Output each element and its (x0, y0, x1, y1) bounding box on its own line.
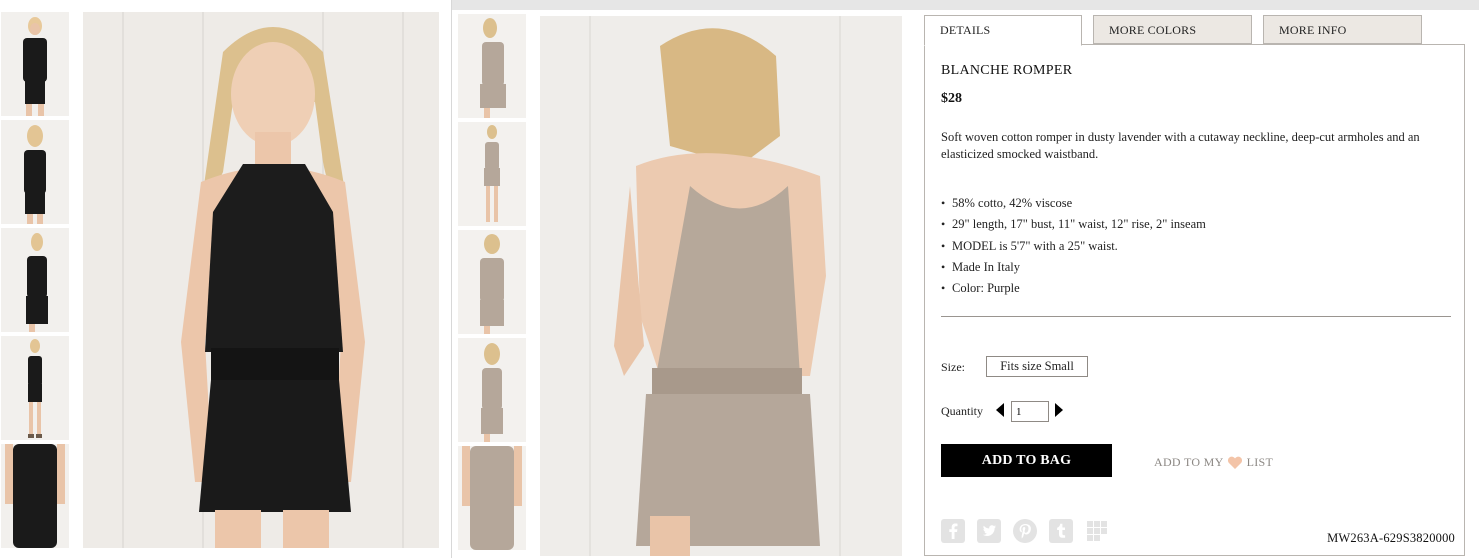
quantity-input[interactable] (1011, 401, 1049, 422)
feature-item: 58% cotto, 42% viscose (941, 195, 1206, 216)
feature-item: MODEL is 5'7" with a 25" waist. (941, 238, 1206, 259)
thumbnail-black-front[interactable] (1, 12, 69, 116)
add-to-list-suffix: LIST (1246, 455, 1274, 469)
thumbnail-black-detail[interactable] (1, 444, 69, 548)
thumbnail-image (458, 338, 526, 442)
thumbnail-image (1, 12, 69, 116)
twitter-icon[interactable] (977, 519, 1001, 543)
product-details-panel: BLANCHE ROMPER $28 Soft woven cotton rom… (924, 44, 1465, 556)
quantity-decrease-icon[interactable] (996, 403, 1004, 417)
size-select[interactable]: Fits size Small (986, 356, 1088, 377)
thumbnail-image (1, 228, 69, 332)
thumbnail-image (458, 14, 526, 118)
thumbnail-image (1, 444, 69, 548)
thumbnail-mauve-detail[interactable] (458, 446, 526, 550)
right-thumbnail-column (458, 14, 528, 554)
thumbnail-mauve-front[interactable] (458, 230, 526, 334)
thumbnail-mauve-side[interactable] (458, 14, 526, 118)
feature-item: 29" length, 17" bust, 11" waist, 12" ris… (941, 216, 1206, 237)
thumbnail-image (1, 120, 69, 224)
thumbnail-black-full[interactable] (1, 336, 69, 440)
main-image-mauve-romper (540, 16, 902, 556)
more-share-icon[interactable] (1085, 519, 1109, 543)
thumbnail-mauve-full[interactable] (458, 122, 526, 226)
product-tabs: DETAILS MORE COLORS MORE INFO (924, 15, 1464, 46)
size-label: Size: (941, 360, 965, 374)
product-title: BLANCHE ROMPER (941, 63, 1073, 78)
thumbnail-image (458, 230, 526, 334)
top-strip (452, 0, 1479, 10)
add-to-wishlist-link[interactable]: ADD TO MY LIST (1154, 455, 1273, 470)
tumblr-icon[interactable] (1049, 519, 1073, 543)
model-photo (540, 16, 902, 556)
product-price: $28 (941, 91, 962, 106)
feature-item: Made In Italy (941, 259, 1206, 280)
model-photo (83, 12, 439, 548)
thumbnail-black-back[interactable] (1, 120, 69, 224)
add-to-bag-button[interactable]: ADD TO BAG (941, 444, 1112, 477)
left-product-gallery (0, 0, 452, 558)
tab-more-colors[interactable]: MORE COLORS (1093, 15, 1252, 44)
feature-item: Color: Purple (941, 280, 1206, 301)
thumbnail-black-side[interactable] (1, 228, 69, 332)
add-to-list-prefix: ADD TO MY (1154, 455, 1224, 469)
social-share-bar (941, 519, 1109, 543)
tab-details[interactable]: DETAILS (924, 15, 1082, 46)
product-sku: MW263A-629S3820000 (1327, 531, 1455, 545)
main-image-black-romper (83, 12, 439, 548)
heart-icon (1227, 456, 1243, 470)
quantity-label: Quantity (941, 404, 983, 418)
product-description: Soft woven cotton romper in dusty lavend… (941, 130, 1420, 161)
thumbnail-image (1, 336, 69, 440)
quantity-increase-icon[interactable] (1055, 403, 1063, 417)
divider (941, 316, 1451, 317)
pinterest-icon[interactable] (1013, 519, 1037, 543)
thumbnail-image (458, 446, 526, 550)
facebook-icon[interactable] (941, 519, 965, 543)
feature-list: 58% cotto, 42% viscose 29" length, 17" b… (941, 195, 1206, 301)
tab-more-info[interactable]: MORE INFO (1263, 15, 1422, 44)
thumbnail-image (458, 122, 526, 226)
left-thumbnail-column (1, 12, 71, 552)
thumbnail-mauve-back[interactable] (458, 338, 526, 442)
